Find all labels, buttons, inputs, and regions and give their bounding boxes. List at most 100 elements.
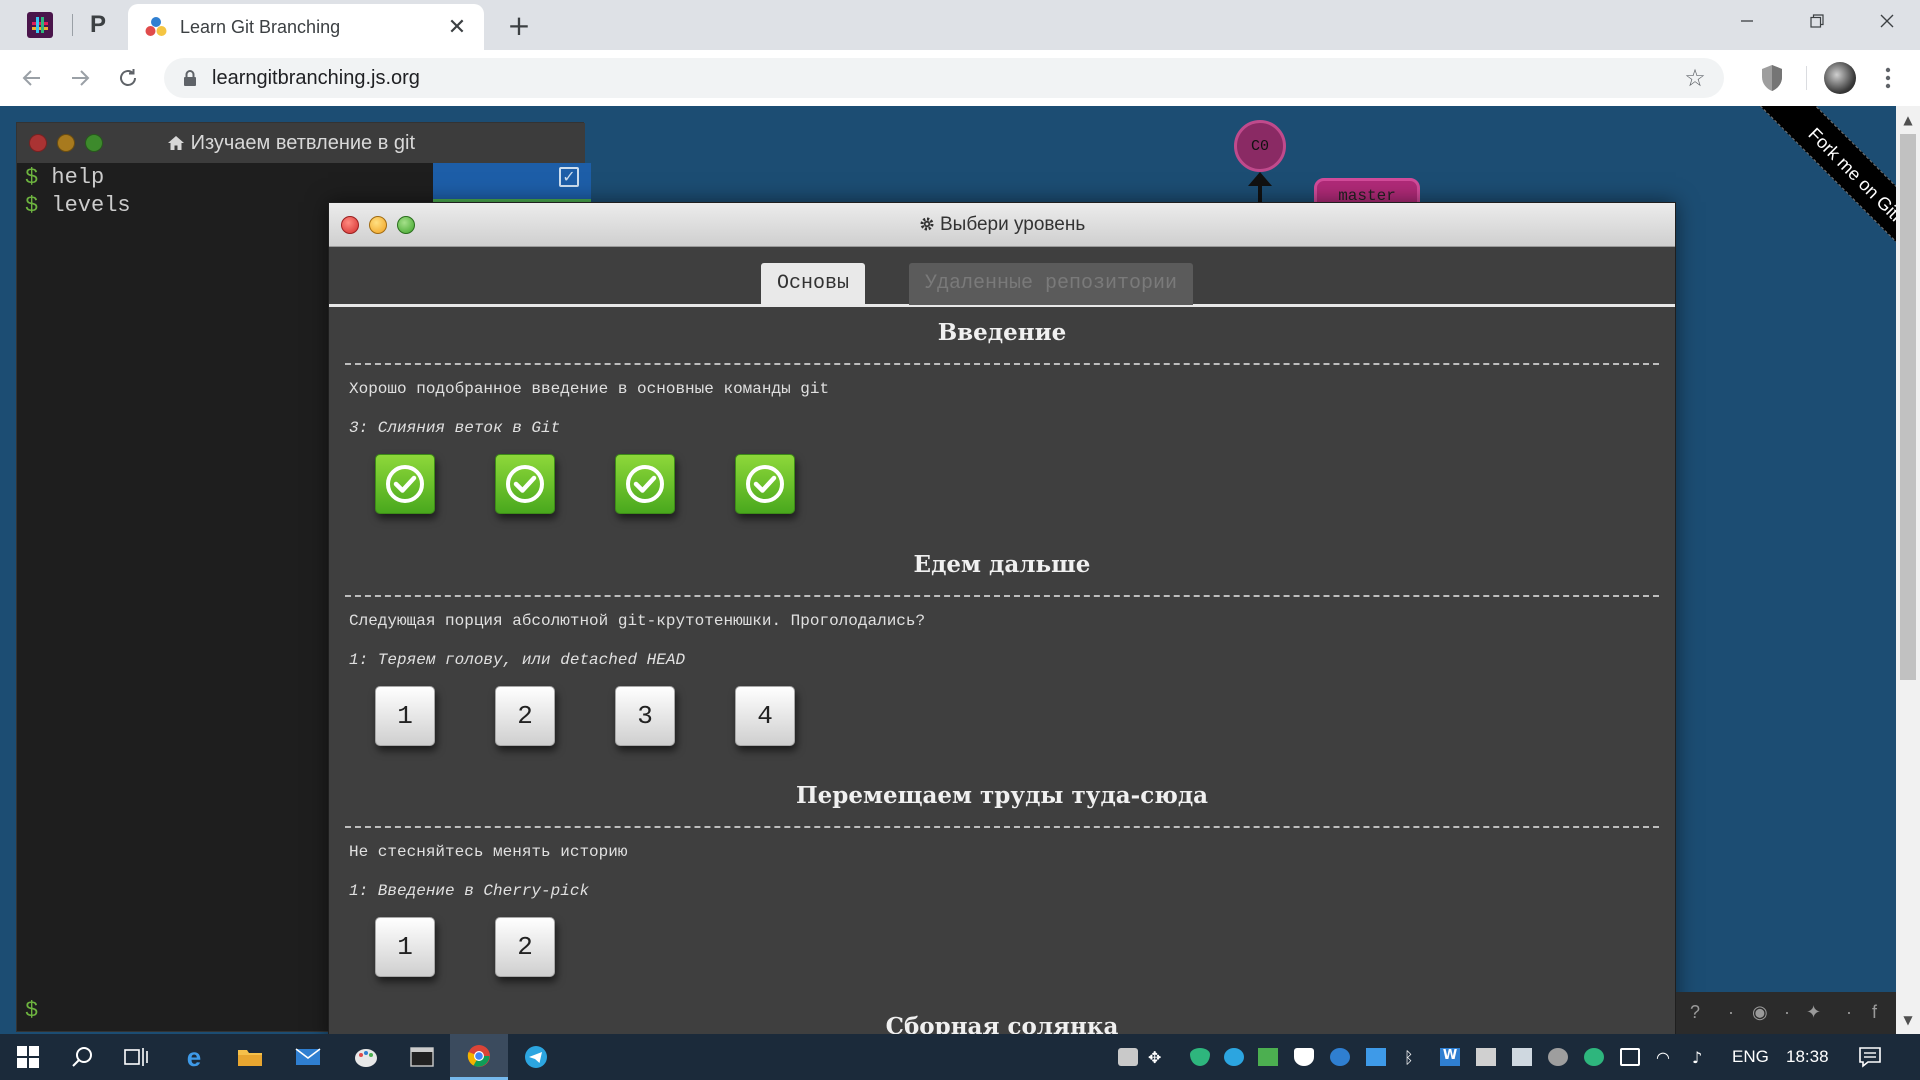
section-description: Не стесняйтесь менять историю [349, 843, 628, 861]
terminal-header: Изучаем ветвление в git [17, 123, 585, 163]
address-bar[interactable]: learngitbranching.js.org ☆ [164, 58, 1724, 98]
facebook-icon[interactable]: f [1872, 1002, 1877, 1023]
tray-window-icon[interactable] [1366, 1048, 1386, 1066]
terminal-command: levels [51, 193, 131, 218]
lock-icon [184, 70, 196, 86]
level-button[interactable]: 1 [375, 917, 435, 977]
reload-icon[interactable] [112, 62, 144, 94]
level-select-modal: Выбери уровень Основы Удаленные репозито… [328, 202, 1676, 1034]
dropbox-icon[interactable]: ✥ [1148, 1048, 1168, 1067]
check-circle-icon [506, 465, 544, 503]
checkbox-icon[interactable]: ✓ [559, 167, 579, 187]
terminal-app-icon[interactable] [406, 1041, 438, 1073]
modal-title: Выбери уровень [329, 214, 1675, 236]
search-icon[interactable] [66, 1041, 98, 1073]
terminal-line: $ help [25, 165, 104, 190]
forward-arrow-icon[interactable] [64, 62, 96, 94]
level-button[interactable]: 2 [495, 917, 555, 977]
terminal-maximize-dot[interactable] [85, 134, 103, 152]
tray-app-icon[interactable] [1118, 1048, 1138, 1066]
file-explorer-icon[interactable] [234, 1041, 266, 1073]
volume-icon[interactable]: ♪ [1692, 1048, 1712, 1067]
tab-basics[interactable]: Основы [761, 263, 866, 305]
modal-header: Выбери уровень [329, 203, 1675, 247]
tab-close-icon[interactable]: ✕ [444, 14, 470, 40]
level-button-solved[interactable] [735, 454, 795, 514]
section-title: Введение [937, 319, 1067, 346]
telegram-tray-icon[interactable] [1224, 1048, 1244, 1066]
section-divider [345, 595, 1659, 597]
close-window-icon[interactable] [1852, 0, 1920, 42]
page-content: C0 master Fork me on GitHub Изучаем ветв… [0, 106, 1920, 1034]
browser-toolbar: learngitbranching.js.org ☆ [0, 50, 1920, 106]
edge-browser-icon[interactable]: e [178, 1041, 210, 1073]
minimize-window-icon[interactable] [1712, 0, 1782, 42]
scroll-up-arrow-icon[interactable]: ▲ [1896, 108, 1920, 132]
shield-tray-icon[interactable] [1190, 1048, 1210, 1066]
defender-icon[interactable] [1294, 1048, 1314, 1066]
extension-shield-icon[interactable] [1760, 64, 1784, 92]
chrome-icon [467, 1045, 490, 1067]
back-arrow-icon[interactable] [16, 62, 48, 94]
more-menu-icon[interactable] [1872, 62, 1904, 94]
notifications-icon[interactable] [1854, 1041, 1886, 1073]
profile-avatar[interactable] [1824, 62, 1856, 94]
help-icon[interactable]: ? [1690, 1002, 1700, 1023]
level-button[interactable]: 2 [495, 686, 555, 746]
level-button[interactable]: 3 [615, 686, 675, 746]
section-title: Сборная солянка [885, 1013, 1119, 1034]
terminal-input[interactable]: $ [25, 998, 38, 1023]
wifi-icon[interactable]: ◠ [1656, 1048, 1676, 1067]
level-button[interactable]: 4 [735, 686, 795, 746]
browser-tab-strip: P Learn Git Branching ✕ + [0, 0, 1920, 50]
level-button[interactable]: 1 [375, 686, 435, 746]
sync-check-icon[interactable] [1584, 1048, 1604, 1066]
active-tab[interactable]: Learn Git Branching ✕ [128, 4, 484, 50]
social-separator: · [1728, 1002, 1734, 1022]
tab-remote-repositories[interactable]: Удаленные репозитории [909, 263, 1194, 305]
section-divider [345, 363, 1659, 365]
restore-window-icon[interactable] [1782, 0, 1852, 42]
tray-flag-icon[interactable] [1258, 1048, 1278, 1066]
tray-monitor-icon[interactable] [1512, 1048, 1532, 1066]
tray-w-icon[interactable]: W [1440, 1048, 1460, 1066]
section-current-level: 1: Введение в Cherry-pick [349, 882, 590, 900]
terminal-close-dot[interactable] [29, 134, 47, 152]
social-separator: · [1846, 1002, 1852, 1022]
bluetooth-icon[interactable]: ᛒ [1404, 1048, 1424, 1067]
twitter-icon[interactable]: ✦ [1806, 1002, 1821, 1023]
p-pinned-tab[interactable]: P [82, 9, 114, 41]
terminal-prompt-symbol: $ [25, 165, 39, 190]
input-language[interactable]: ENG [1732, 1047, 1769, 1067]
globe-icon[interactable]: ◉ [1752, 1002, 1768, 1023]
github-ribbon-text: Fork me on GitHub [1745, 106, 1896, 305]
chrome-taskbar-item-active[interactable] [450, 1034, 508, 1080]
section-title: Едем дальше [913, 551, 1091, 578]
level-button-solved[interactable] [495, 454, 555, 514]
windows-start-icon[interactable] [12, 1041, 44, 1073]
new-tab-button[interactable]: + [504, 9, 534, 42]
clock-time[interactable]: 18:38 [1786, 1047, 1829, 1067]
section-description: Следующая порция абсолютной git-крутотен… [349, 612, 926, 630]
onedrive-icon[interactable] [1548, 1048, 1568, 1066]
skype-icon[interactable] [1330, 1048, 1350, 1066]
slack-pinned-tab[interactable] [24, 9, 56, 41]
level-button-solved[interactable] [375, 454, 435, 514]
tray-drive-icon[interactable] [1476, 1048, 1496, 1066]
scroll-down-arrow-icon[interactable]: ▼ [1896, 1008, 1920, 1032]
task-view-icon[interactable] [120, 1041, 152, 1073]
telegram-icon[interactable] [520, 1041, 552, 1073]
bookmark-star-icon[interactable]: ☆ [1682, 64, 1708, 92]
mail-icon[interactable] [292, 1041, 324, 1073]
terminal-minimize-dot[interactable] [57, 134, 75, 152]
commit-node[interactable]: C0 [1234, 120, 1286, 172]
paint-icon[interactable] [350, 1041, 382, 1073]
terminal-title: Изучаем ветвление в git [167, 132, 415, 155]
github-ribbon[interactable]: Fork me on GitHub [1696, 106, 1896, 306]
level-button-solved[interactable] [615, 454, 675, 514]
battery-icon[interactable] [1620, 1048, 1640, 1066]
scrollbar-thumb[interactable] [1900, 134, 1916, 680]
check-circle-icon [386, 465, 424, 503]
goal-visualization-tile[interactable]: ✓ [433, 163, 591, 203]
page-scrollbar[interactable]: ▲ ▼ [1896, 106, 1920, 1034]
